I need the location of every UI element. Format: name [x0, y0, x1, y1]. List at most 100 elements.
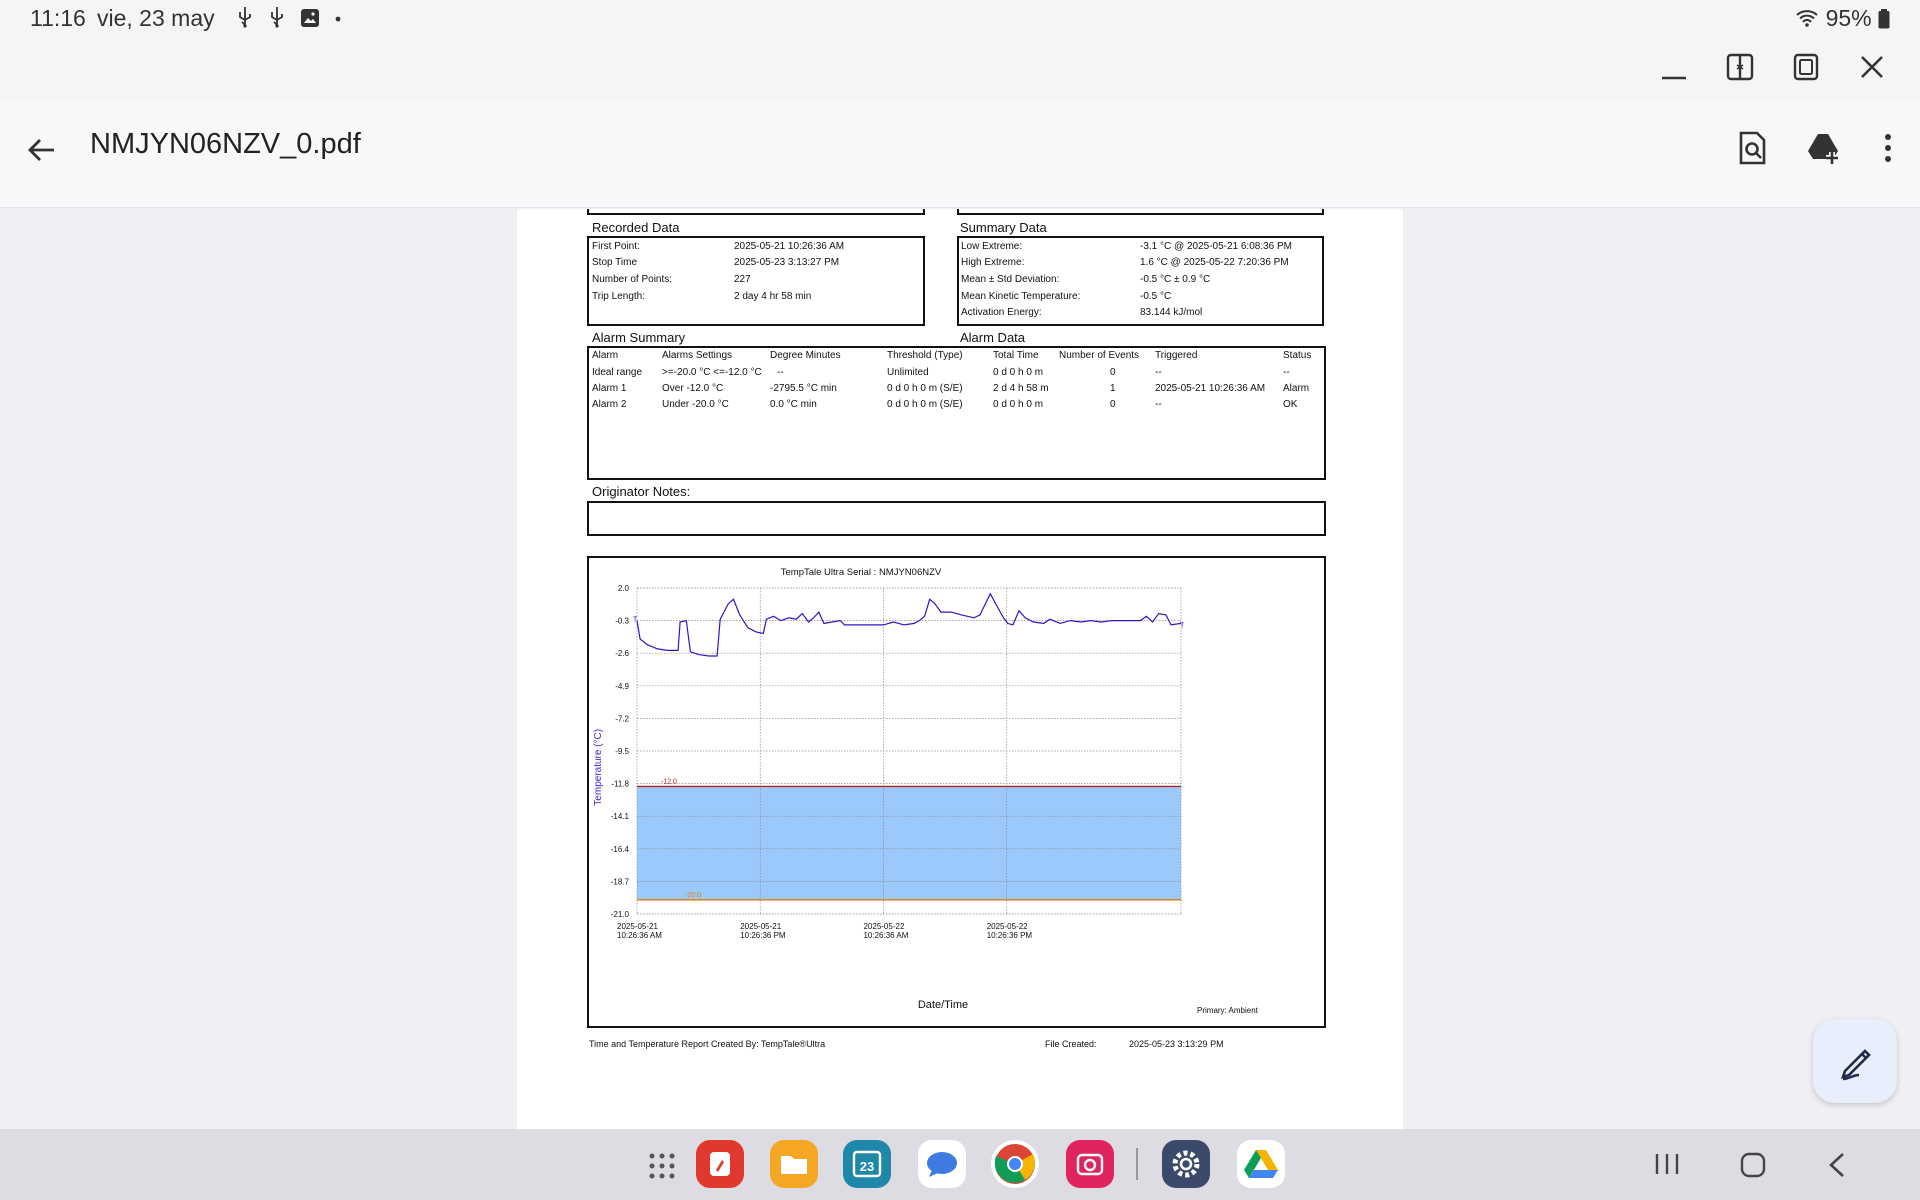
recorded-value: 227 — [734, 274, 751, 285]
dock-divider — [1136, 1148, 1138, 1180]
summary-value: 1.6 °C @ 2025-05-22 7:20:36 PM — [1140, 257, 1289, 268]
alarm-header: Degree Minutes — [770, 350, 841, 361]
start-marker: T — [633, 617, 638, 624]
alarm-cell: 0 d 0 h 0 m — [993, 399, 1044, 410]
usb-icon — [271, 7, 284, 28]
files-app-icon[interactable] — [770, 1140, 818, 1188]
split-view-icon[interactable] — [1725, 52, 1755, 82]
y-tick-label: -21.0 — [611, 910, 630, 919]
annotate-button[interactable] — [1813, 1019, 1897, 1103]
alarm-header: Threshold (Type) — [887, 350, 963, 361]
usb-icon — [239, 7, 251, 28]
home-icon[interactable] — [1740, 1152, 1766, 1178]
legend-label: Primary: Ambient — [1197, 1006, 1259, 1015]
minimize-icon[interactable] — [1659, 52, 1689, 82]
file-created-value: 2025-05-23 3:13:29 PM — [1129, 1039, 1224, 1049]
alarm-header: Alarms Settings — [662, 350, 733, 361]
y-tick-label: -0.3 — [615, 617, 629, 626]
x-tick-label: 2025-05-21 — [740, 922, 781, 931]
alarm-cell: -- — [1283, 367, 1290, 378]
status-time: 11:16 — [30, 5, 86, 31]
recent-apps-icon[interactable] — [1654, 1152, 1680, 1176]
app-drawer-icon[interactable] — [648, 1152, 676, 1180]
x-tick-label: 10:26:36 PM — [987, 931, 1033, 940]
temperature-chart: 2.0 -0.3 -2.6 -4.9 -7.2 -9.5 -11.8 -14.1 -16.4 -1… — [593, 567, 1259, 1015]
back-arrow-icon[interactable] — [26, 134, 58, 166]
notes-app-icon[interactable] — [696, 1140, 744, 1188]
chrome-app-icon[interactable] — [991, 1140, 1039, 1188]
y-tick-label: -14.1 — [611, 812, 630, 821]
popup-view-icon[interactable] — [1791, 52, 1821, 82]
alarm-header: Status — [1283, 350, 1312, 361]
more-options-icon[interactable] — [1870, 130, 1906, 166]
alarm-cell: 2025-05-21 10:26:36 AM — [1155, 383, 1266, 394]
recorded-label: Number of Points: — [592, 274, 673, 285]
y-tick-label: -2.6 — [615, 649, 629, 658]
temperature-series-line — [636, 592, 1182, 657]
nav-back-icon[interactable] — [1826, 1152, 1850, 1178]
summary-value: -0.5 °C ± 0.9 °C — [1140, 274, 1211, 285]
alarm-cell: OK — [1283, 399, 1298, 410]
alarm-cell: -- — [777, 367, 784, 378]
x-tick-label: 2025-05-22 — [863, 922, 904, 931]
alarm-header: Total Time — [993, 350, 1039, 361]
alarm-cell: -2795.5 °C min — [770, 383, 837, 394]
alarm-header: Triggered — [1155, 350, 1198, 361]
status-right: 95% — [1795, 5, 1890, 32]
x-tick-label: 2025-05-21 — [617, 922, 658, 931]
y-tick-label: -9.5 — [615, 747, 629, 756]
add-to-drive-icon[interactable] — [1806, 130, 1842, 166]
originator-notes-box — [587, 501, 1326, 536]
status-date: vie, 23 may — [97, 5, 215, 31]
y-tick-label: -4.9 — [615, 682, 629, 691]
pen-icon — [1840, 1049, 1871, 1081]
camera-app-icon[interactable] — [1066, 1140, 1114, 1188]
prev-box-right — [957, 209, 1324, 215]
x-axis-label: Date/Time — [918, 999, 968, 1011]
close-icon[interactable] — [1857, 52, 1887, 82]
settings-app-icon[interactable] — [1162, 1140, 1210, 1188]
calendar-app-icon[interactable]: 23 — [843, 1140, 891, 1188]
alarm-header: Alarm — [592, 350, 619, 361]
summary-label: Mean ± Std Deviation: — [961, 274, 1060, 285]
status-bar: 11:16 vie, 23 may 95% — [0, 0, 1920, 36]
recorded-value: 2 day 4 hr 58 min — [734, 291, 812, 302]
summary-value: 83.144 kJ/mol — [1140, 307, 1203, 318]
chart-frame: 2.0 -0.3 -2.6 -4.9 -7.2 -9.5 -11.8 -14.1 -16.4 -1… — [587, 556, 1326, 1028]
alarm-cell: >=-20.0 °C <=-12.0 °C — [662, 367, 762, 378]
end-marker: T — [1180, 622, 1185, 629]
alarm-cell: Alarm — [1283, 383, 1310, 394]
threshold-label: -12.0 — [661, 778, 677, 785]
alarm-cell: 0.0 °C min — [770, 399, 817, 410]
alarm-cell: -- — [1155, 399, 1162, 410]
summary-value: -0.5 °C — [1140, 291, 1172, 302]
y-tick-label: -7.2 — [615, 714, 629, 723]
alarm-cell: 2 d 4 h 58 m — [993, 383, 1049, 394]
threshold-label: -20.0 — [685, 892, 701, 899]
file-created-label: File Created: — [1045, 1039, 1097, 1049]
x-tick-label: 10:26:36 AM — [617, 931, 662, 940]
summary-value: -3.1 °C @ 2025-05-21 6:08:36 PM — [1140, 241, 1293, 252]
summary-label: High Extreme: — [961, 257, 1025, 268]
messages-app-icon[interactable] — [918, 1140, 966, 1188]
x-tick-label: 2025-05-22 — [987, 922, 1028, 931]
dot-icon — [335, 16, 341, 22]
y-axis-label: Temperature (°C) — [593, 729, 604, 806]
alarm-cell: Over -12.0 °C — [662, 383, 724, 394]
recorded-label: First Point: — [592, 241, 640, 252]
drive-app-icon[interactable] — [1237, 1140, 1285, 1188]
summary-label: Activation Energy: — [961, 307, 1042, 318]
alarm-cell: -- — [1155, 367, 1162, 378]
y-tick-label: -18.7 — [611, 877, 630, 886]
report-created-by: Time and Temperature Report Created By: … — [589, 1039, 826, 1049]
alarm-cell: 0 — [1110, 367, 1116, 378]
document-viewport[interactable]: Recorded Data First Point: 2025-05-21 10… — [0, 209, 1920, 1129]
summary-label: Low Extreme: — [961, 241, 1023, 252]
x-tick-label: 10:26:36 AM — [863, 931, 908, 940]
svg-text:23: 23 — [860, 1159, 874, 1174]
alarm-cell: Alarm 2 — [592, 399, 627, 410]
recorded-value: 2025-05-21 10:26:36 AM — [734, 241, 845, 252]
search-document-icon[interactable] — [1734, 130, 1770, 166]
alarm-data-title: Alarm Data — [960, 330, 1026, 345]
y-tick-label: -16.4 — [611, 845, 630, 854]
